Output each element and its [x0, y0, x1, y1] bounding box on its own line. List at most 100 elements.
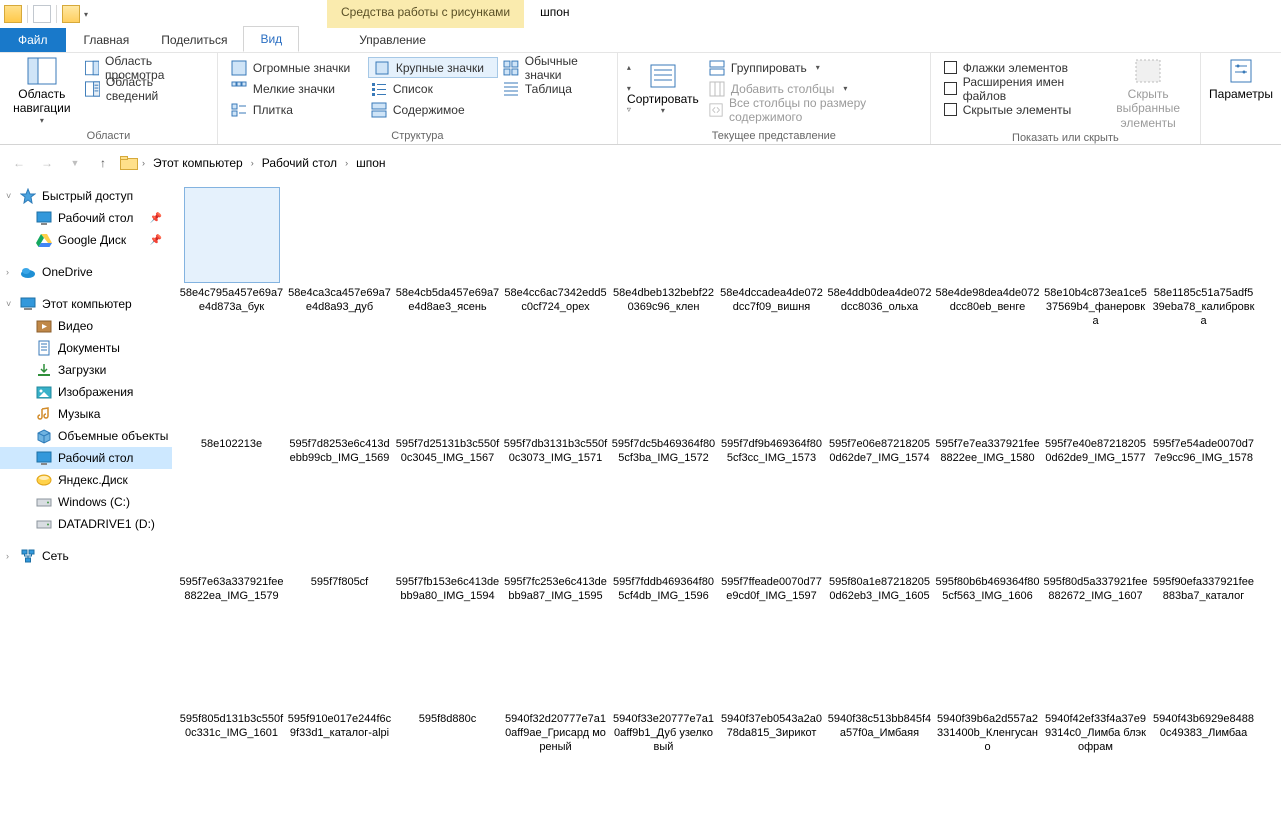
sort-button[interactable]: Сортировать ▾ — [628, 57, 698, 120]
file-item[interactable]: 5940f50ba5c4e329f43f70e4_Орех европейски… — [394, 765, 501, 821]
sidebar-pictures[interactable]: Изображения — [0, 381, 172, 403]
expand-icon[interactable]: › — [6, 267, 9, 277]
file-item[interactable]: 595f805d131b3c550f0c331c_IMG_1601 — [178, 613, 285, 754]
recent-locations-button[interactable]: ▼ — [64, 152, 86, 174]
sidebar-downloads[interactable]: Загрузки — [0, 359, 172, 381]
sidebar-onedrive[interactable]: ›OneDrive — [0, 261, 172, 283]
file-item[interactable]: 595f90efa337921fee883ba7_каталог — [1150, 476, 1257, 604]
file-item[interactable]: 595f7e54ade0070d77e9cc96_IMG_1578 — [1150, 338, 1257, 466]
file-item[interactable]: 5940f32d20777e7a10aff9ae_Грисард мореный — [502, 613, 609, 754]
tab-manage[interactable]: Управление — [343, 28, 442, 52]
sidebar-videos[interactable]: Видео — [0, 315, 172, 337]
expand-icon[interactable]: ˅ — [6, 191, 11, 201]
file-item[interactable]: 58e4dbeb132bebf220369c96_клен — [610, 187, 717, 328]
details-pane-button[interactable]: Область сведений — [82, 78, 207, 99]
file-item[interactable]: 58e102213e — [178, 338, 285, 466]
file-item[interactable]: 595f7fb153e6c413debb9a80_IMG_1594 — [394, 476, 501, 604]
file-item[interactable]: 595f80d5a337921fee882672_IMG_1607 — [1042, 476, 1149, 604]
crumb-current[interactable]: шпон — [352, 154, 389, 172]
chevron-right-icon[interactable]: › — [142, 158, 145, 168]
file-item[interactable]: 5940f8d0aff — [502, 765, 609, 821]
file-item[interactable]: 5940f37eb0543a2a078da815_Зирикот — [718, 613, 825, 754]
file-item[interactable]: 595f7f805cf — [286, 476, 393, 604]
sidebar-network[interactable]: ›Сеть — [0, 545, 172, 567]
expand-icon[interactable]: ˅ — [6, 299, 11, 309]
tab-home[interactable]: Главная — [68, 28, 146, 52]
chevron-right-icon[interactable]: › — [251, 158, 254, 168]
file-item[interactable]: 58e4ddb0dea4de072dcc8036_ольха — [826, 187, 933, 328]
tab-share[interactable]: Поделиться — [145, 28, 243, 52]
view-small-icons[interactable]: Мелкие значки — [228, 78, 366, 99]
file-item[interactable]: 5940f39b6a2d557a2331400b_Кленгусано — [934, 613, 1041, 754]
file-item[interactable]: 58e4dccadea4de072dcc7f09_вишня — [718, 187, 825, 328]
sidebar-drive-c[interactable]: Windows (C:) — [0, 491, 172, 513]
file-item[interactable]: 595f80b6b469364f805cf563_IMG_1606 — [934, 476, 1041, 604]
qat-customize-icon[interactable]: ▾ — [84, 10, 88, 19]
file-item[interactable]: 5940f38c513bb845f4a57f0a_Имбаяя — [826, 613, 933, 754]
sidebar-yandex-disk[interactable]: Яндекс.Диск — [0, 469, 172, 491]
hide-selected-button[interactable]: Скрыть выбранные элементы — [1106, 57, 1190, 130]
crumb-this-pc[interactable]: Этот компьютер — [149, 154, 247, 172]
options-button[interactable]: Параметры — [1211, 57, 1271, 101]
file-item[interactable]: 595f7e40e872182050d62de9_IMG_1577 — [1042, 338, 1149, 466]
sidebar-this-pc[interactable]: ˅Этот компьютер — [0, 293, 172, 315]
hidden-items-toggle[interactable]: Скрытые элементы — [941, 99, 1099, 120]
file-item[interactable]: 595f7d8253e6c413debb99cb_IMG_1569 — [286, 338, 393, 466]
file-item[interactable]: 595f7ffeade0070d77e9cd0f_IMG_1597 — [718, 476, 825, 604]
file-item[interactable]: 5940f42ef33f4a37e99314c0_Лимба блэк офра… — [1042, 613, 1149, 754]
view-large-icons[interactable]: Крупные значки — [368, 57, 498, 78]
file-item[interactable]: 58e4c795a457e69a7e4d873a_бук — [178, 187, 285, 328]
file-extensions-toggle[interactable]: Расширения имен файлов — [941, 78, 1099, 99]
sidebar-quick-desktop[interactable]: Рабочий стол📌 — [0, 207, 172, 229]
expand-icon[interactable]: › — [6, 551, 9, 561]
file-item[interactable]: 58e4ca3ca457e69a7e4d8a93_дуб — [286, 187, 393, 328]
address-bar[interactable]: › Этот компьютер › Рабочий стол › шпон — [120, 154, 1273, 172]
file-item[interactable]: 595f7d25131b3c550f0c3045_IMG_1567 — [394, 338, 501, 466]
sidebar-desktop[interactable]: Рабочий стол — [0, 447, 172, 469]
sidebar-drive-d[interactable]: DATADRIVE1 (D:) — [0, 513, 172, 535]
file-item[interactable]: 595f80a1e872182050d62eb3_IMG_1605 — [826, 476, 933, 604]
view-huge-icons[interactable]: Огромные значки — [228, 57, 366, 78]
file-item[interactable]: 595f7e7ea337921fee8822ee_IMG_1580 — [934, 338, 1041, 466]
file-item[interactable]: 595f7fddb469364f805cf4db_IMG_1596 — [610, 476, 717, 604]
qat-newfolder-icon[interactable] — [62, 5, 80, 23]
navigation-pane-button[interactable]: Область навигации ▾ — [10, 57, 74, 125]
view-medium-icons[interactable]: Обычные значки — [500, 57, 620, 78]
view-tiles[interactable]: Плитка — [228, 99, 366, 120]
file-item[interactable]: 58e4de98dea4de072dcc80eb_венге — [934, 187, 1041, 328]
file-item[interactable]: 5940f43b6929e84880c49383_Лимбаа — [1150, 613, 1257, 754]
sidebar-3d-objects[interactable]: Объемные объекты — [0, 425, 172, 447]
qat-properties-icon[interactable] — [33, 5, 51, 23]
file-item[interactable]: 595f7fc253e6c413debb9a87_IMG_1595 — [502, 476, 609, 604]
system-menu-icon[interactable] — [4, 5, 22, 23]
file-item[interactable]: 58e10b4c873ea1ce537569b4_фанеровка — [1042, 187, 1149, 328]
group-by-button[interactable]: Группировать — [706, 57, 920, 78]
file-item[interactable]: 58e1185c51a75adf539eba78_калибровка — [1150, 187, 1257, 328]
file-item[interactable]: 595f7dc5b469364f805cf3ba_IMG_1572 — [610, 338, 717, 466]
file-item[interactable]: 595f7e63a337921fee8822ea_IMG_1579 — [178, 476, 285, 604]
sidebar-documents[interactable]: Документы — [0, 337, 172, 359]
file-item[interactable]: 58e4cb5da457e69a7e4d8ae3_ясень — [394, 187, 501, 328]
view-content[interactable]: Содержимое — [368, 99, 498, 120]
file-item[interactable]: 58e4cc6ac7342edd5c0cf724_орех — [502, 187, 609, 328]
forward-button[interactable]: → — [36, 152, 58, 174]
file-item[interactable]: 595f7df9b469364f805cf3cc_IMG_1573 — [718, 338, 825, 466]
sidebar-music[interactable]: Музыка — [0, 403, 172, 425]
tab-view[interactable]: Вид — [243, 26, 299, 52]
file-item[interactable]: 595f7e06e872182050d62de7_IMG_1574 — [826, 338, 933, 466]
chevron-right-icon[interactable]: › — [345, 158, 348, 168]
file-item[interactable]: 5940f33e20777e7a10aff9b1_Дуб узелковый — [610, 613, 717, 754]
file-item[interactable]: 5940f45b6a2d557a23314083_Мовингу — [178, 765, 285, 821]
file-item[interactable]: 595f7db3131b3c550f0c3073_IMG_1571 — [502, 338, 609, 466]
crumb-desktop[interactable]: Рабочий стол — [258, 154, 341, 172]
back-button[interactable]: ← — [8, 152, 30, 174]
sidebar-quick-access[interactable]: ˅Быстрый доступ — [0, 185, 172, 207]
file-item[interactable]: 595f8d880c — [394, 613, 501, 754]
view-details[interactable]: Таблица — [500, 78, 620, 99]
up-button[interactable]: ↑ — [92, 152, 114, 174]
size-columns-button[interactable]: Все столбцы по размеру содержимого — [706, 99, 920, 120]
tab-file[interactable]: Файл — [0, 28, 66, 52]
sidebar-quick-gdrive[interactable]: Google Диск📌 — [0, 229, 172, 251]
file-item[interactable]: 5940f49dc6a57f3812db4b37_Олива — [286, 765, 393, 821]
file-item[interactable]: 595f910e017e244f6c9f33d1_каталог-alpi — [286, 613, 393, 754]
